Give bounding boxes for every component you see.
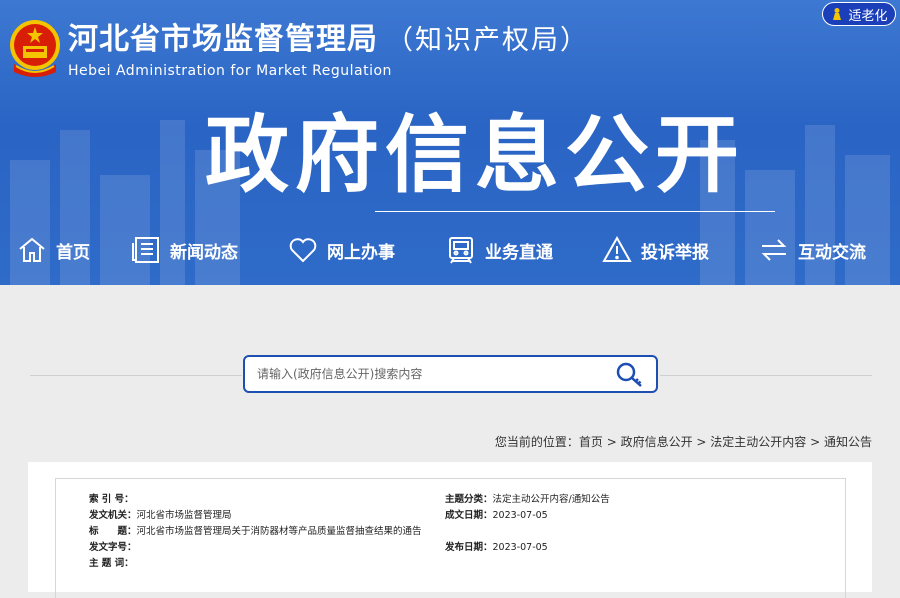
- breadcrumb-separator: >: [602, 435, 621, 449]
- search-input[interactable]: [257, 365, 597, 383]
- nav-item-business[interactable]: 业务直通: [445, 228, 553, 272]
- search-divider-left: [30, 375, 242, 376]
- national-emblem-logo: [10, 20, 60, 77]
- meta-key: 发文字号：: [89, 542, 137, 553]
- elder-mode-button[interactable]: 适老化: [822, 2, 896, 26]
- banner-divider: [375, 211, 775, 212]
- search-bar: [243, 355, 658, 393]
- meta-value: 河北省市场监督管理局: [136, 510, 232, 521]
- meta-docno: 发文字号：: [89, 539, 137, 553]
- meta-key: 主题分类：: [445, 494, 493, 505]
- home-icon: [19, 237, 45, 262]
- elder-person-icon: [833, 8, 842, 20]
- nav-item-label: 新闻动态: [170, 242, 238, 263]
- nav-item-label: 互动交流: [798, 242, 866, 263]
- nav-item-interaction[interactable]: 互动交流: [758, 228, 866, 272]
- banner-title: 政府信息公开: [205, 106, 746, 204]
- meta-keywords: 主 题 词：: [89, 555, 134, 569]
- exchange-icon: [761, 239, 787, 261]
- meta-key: 标 题：: [89, 526, 137, 537]
- breadcrumb-separator: >: [692, 435, 711, 449]
- nav-item-label: 首页: [56, 242, 90, 263]
- site-title-sub: （知识产权局）: [386, 25, 589, 56]
- search-button[interactable]: [611, 359, 651, 391]
- breadcrumb-gov-info[interactable]: 政府信息公开: [621, 435, 693, 449]
- nav-item-label: 投诉举报: [641, 242, 709, 263]
- search-divider-right: [660, 375, 872, 376]
- train-icon: [449, 237, 473, 264]
- meta-value: 法定主动公开内容/通知公告: [492, 494, 610, 505]
- nav-item-complaint[interactable]: 投诉举报: [601, 228, 709, 272]
- nav-item-news[interactable]: 新闻动态: [130, 228, 238, 272]
- site-header: 河北省市场监督管理局 （知识产权局） Hebei Administration f…: [0, 0, 900, 285]
- warning-icon: [602, 235, 632, 262]
- meta-category: 主题分类：法定主动公开内容/通知公告: [445, 491, 610, 505]
- search-icon: [616, 362, 642, 387]
- breadcrumb-home[interactable]: 首页: [579, 435, 603, 449]
- main-nav: 首页 新闻动态 网上办事 业务直通 投诉举报 互动交流: [0, 228, 900, 272]
- meta-value: 2023-07-05: [492, 510, 548, 521]
- site-title-main: 河北省市场监督管理局: [68, 22, 378, 57]
- meta-key: 成文日期：: [445, 510, 493, 521]
- meta-value: 2023-07-05: [492, 542, 548, 553]
- meta-created-date: 成文日期：2023-07-05: [445, 507, 548, 521]
- breadcrumb: 您当前的位置：首页 > 政府信息公开 > 法定主动公开内容 > 通知公告: [495, 433, 872, 450]
- breadcrumb-notices[interactable]: 通知公告: [824, 435, 872, 449]
- meta-key: 发布日期：: [445, 542, 493, 553]
- breadcrumb-separator: >: [806, 435, 824, 449]
- breadcrumb-statutory[interactable]: 法定主动公开内容: [710, 435, 806, 449]
- heart-icon: [289, 238, 317, 263]
- meta-published-date: 发布日期：2023-07-05: [445, 539, 548, 553]
- breadcrumb-prefix: 您当前的位置：: [494, 435, 579, 449]
- nav-item-home[interactable]: 首页: [16, 228, 90, 272]
- site-title: 河北省市场监督管理局 （知识产权局）: [68, 14, 589, 58]
- meta-issuer: 发文机关：河北省市场监督管理局: [89, 507, 232, 521]
- elder-mode-label: 适老化: [848, 8, 888, 24]
- meta-value: 河北省市场监督管理局关于消防器材等产品质量监督抽查结果的通告: [136, 526, 422, 537]
- meta-key: 主 题 词：: [89, 558, 134, 569]
- meta-title: 标 题：河北省市场监督管理局关于消防器材等产品质量监督抽查结果的通告: [89, 523, 422, 537]
- nav-item-label: 网上办事: [327, 242, 395, 263]
- meta-key: 索 引 号：: [89, 494, 134, 505]
- nav-item-label: 业务直通: [485, 242, 553, 263]
- site-title-en: Hebei Administration for Market Regulati…: [68, 63, 392, 79]
- document-meta-table: 索 引 号： 发文机关：河北省市场监督管理局 标 题：河北省市场监督管理局关于消…: [55, 478, 846, 598]
- meta-key: 发文机关：: [89, 510, 137, 521]
- document-card: 索 引 号： 发文机关：河北省市场监督管理局 标 题：河北省市场监督管理局关于消…: [28, 462, 872, 598]
- nav-item-online-service[interactable]: 网上办事: [287, 228, 395, 272]
- meta-index: 索 引 号：: [89, 491, 134, 505]
- news-icon: [132, 237, 159, 263]
